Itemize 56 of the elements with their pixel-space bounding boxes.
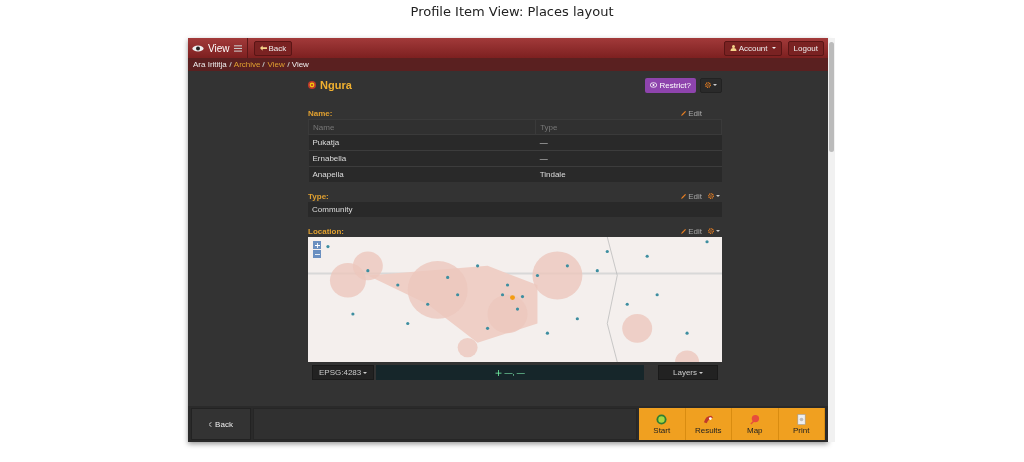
back-button[interactable]: Back [191, 408, 251, 440]
section-label: Type: [308, 191, 329, 201]
settings-dropdown[interactable] [706, 191, 722, 201]
table-cell: — [535, 150, 722, 167]
breadcrumb-item: Ara Irititja [193, 60, 227, 69]
breadcrumb-item: View [291, 60, 309, 69]
gear-icon [705, 82, 711, 88]
circle-icon [656, 413, 668, 425]
app-title: View [208, 42, 230, 54]
arrow-left-icon [259, 45, 267, 51]
account-button[interactable]: Account [723, 40, 782, 56]
pencil-icon [681, 110, 687, 116]
plus-icon [314, 242, 320, 248]
zoom-out-button[interactable] [313, 250, 321, 258]
projection-dropdown[interactable]: EPSG:4283 [312, 365, 375, 380]
user-icon [729, 45, 737, 51]
settings-dropdown[interactable] [706, 226, 722, 236]
layers-dropdown[interactable]: Layers [658, 365, 718, 380]
chevron-left-icon [209, 421, 213, 427]
section-label: Location: [308, 226, 344, 236]
gear-icon [708, 193, 714, 199]
column-header: Type [535, 119, 722, 135]
breadcrumb-link[interactable]: View [267, 60, 285, 69]
footer-tab[interactable]: Print [778, 408, 825, 440]
logout-button[interactable]: Logout [787, 40, 824, 56]
back-button[interactable]: Back [253, 40, 293, 56]
pencil-icon [681, 228, 687, 234]
breadcrumb-link[interactable]: Archive [233, 60, 261, 69]
eye-icon [650, 82, 658, 88]
zoom-in-button[interactable] [313, 241, 321, 249]
settings-dropdown[interactable] [700, 77, 722, 93]
item-title: Ngura [320, 79, 352, 91]
pencil-icon [681, 193, 687, 199]
table-cell: Ernabella [308, 150, 536, 167]
table-cell: Anapella [308, 166, 536, 182]
footer-tab[interactable]: Map [732, 408, 779, 440]
column-header: Name [308, 119, 536, 135]
gear-icon [708, 228, 714, 234]
section-label: Name: [308, 108, 333, 118]
footer-tab[interactable]: Start [639, 408, 686, 440]
document-icon [795, 413, 807, 425]
edit-link[interactable]: Edit [681, 108, 702, 118]
results-icon [702, 413, 714, 425]
pin-icon [749, 413, 761, 425]
footer-tab[interactable]: Results [685, 408, 732, 440]
type-value: Community [308, 202, 722, 217]
edit-link[interactable]: Edit [681, 191, 702, 201]
edit-link[interactable]: Edit [681, 226, 702, 236]
eye-icon [192, 44, 204, 52]
target-icon [308, 81, 316, 89]
restrict-button[interactable]: Restrict? [645, 77, 696, 93]
minus-icon [314, 251, 320, 257]
page-caption: Profile Item View: Places layout [409, 3, 615, 21]
menu-icon[interactable] [233, 44, 242, 52]
table-cell: Tindale [535, 166, 722, 182]
coordinates-display: —, — [376, 365, 644, 380]
